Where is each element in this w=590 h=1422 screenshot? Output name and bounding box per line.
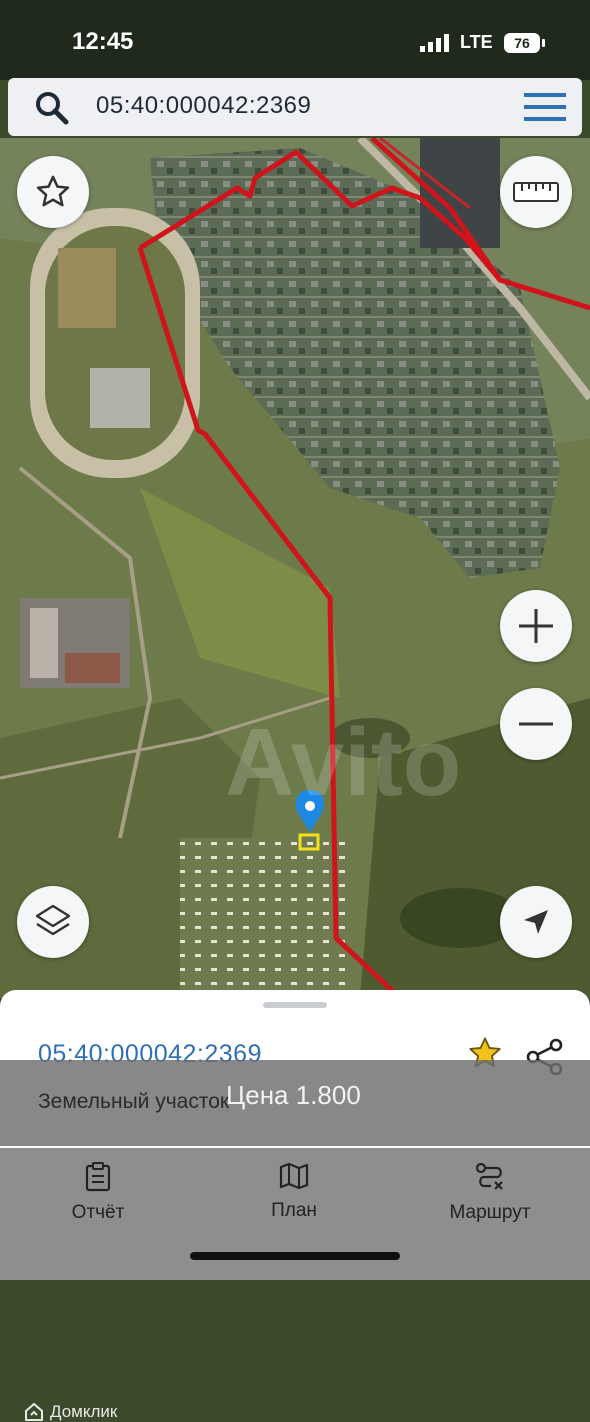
tab-plan[interactable]: План <box>224 1162 364 1222</box>
hamburger-menu-icon[interactable] <box>524 92 566 122</box>
brand-name: Домклик <box>50 1402 118 1421</box>
watermark: Avito <box>225 709 462 816</box>
battery-icon <box>542 39 545 47</box>
home-indicator[interactable] <box>190 1252 400 1260</box>
zoom-in-button[interactable] <box>500 590 572 662</box>
search-bar[interactable]: 05:40:000042:2369 <box>8 78 582 136</box>
status-bar: 12:45 LTE 76 <box>0 0 590 80</box>
network-type: LTE <box>460 32 493 52</box>
plus-icon <box>519 609 553 643</box>
battery-level: 76 <box>504 33 540 53</box>
ruler-icon <box>513 182 559 202</box>
tab-report-label: Отчёт <box>71 1202 125 1223</box>
zoom-out-button[interactable] <box>500 688 572 760</box>
search-icon[interactable] <box>34 90 70 126</box>
parcel-type: Земельный участок <box>38 1090 230 1113</box>
price-label: Цена 1.800 <box>226 1080 361 1110</box>
tab-plan-label: План <box>271 1200 317 1221</box>
map-canvas[interactable] <box>0 135 590 1000</box>
route-icon <box>475 1162 503 1190</box>
favorite-button[interactable] <box>17 156 89 228</box>
signal-icon <box>420 34 449 52</box>
navigation-arrow-icon <box>524 910 548 934</box>
ruler-button[interactable] <box>500 156 572 228</box>
clock: 12:45 <box>72 28 134 55</box>
tab-route[interactable]: Маршрут <box>420 1162 560 1224</box>
tab-report[interactable]: Отчёт <box>28 1162 168 1224</box>
sheet-drag-handle[interactable] <box>263 1002 327 1008</box>
layers-icon <box>35 904 71 936</box>
parcel-info-sheet[interactable]: 05:40:000042:2369 Земельный участок Цена… <box>0 990 590 1421</box>
brand-watermark: Домклик <box>24 1402 117 1422</box>
layers-button[interactable] <box>17 886 89 958</box>
tab-route-label: Маршрут <box>449 1202 531 1223</box>
minus-icon <box>519 722 553 726</box>
satellite-map[interactable]: Avito <box>0 135 590 1000</box>
locate-me-button[interactable] <box>500 886 572 958</box>
map-plan-icon <box>279 1162 309 1190</box>
star-icon <box>36 175 70 207</box>
search-input[interactable]: 05:40:000042:2369 <box>96 92 311 120</box>
bottom-tab-bar: Отчёт План Маршрут Домклик <box>0 1148 590 1421</box>
domclick-logo-icon <box>25 1402 43 1421</box>
report-icon <box>85 1162 111 1192</box>
